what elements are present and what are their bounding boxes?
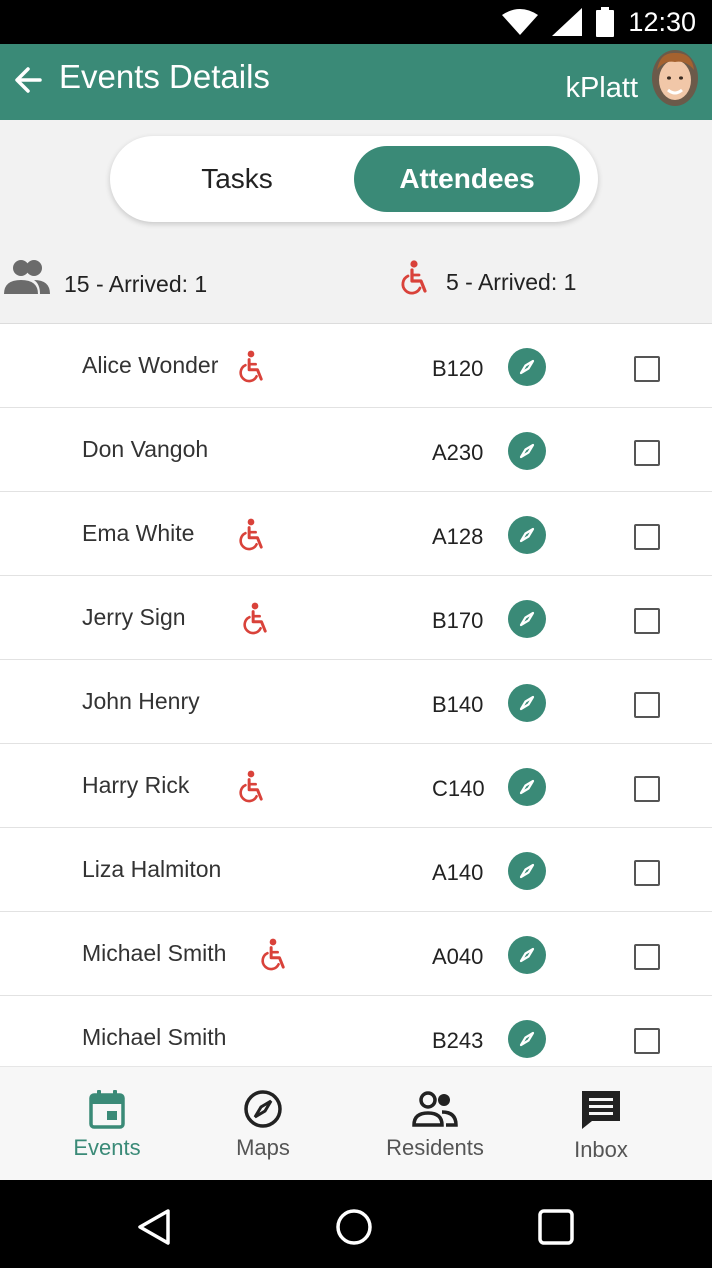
attendee-name: John Henry <box>82 688 200 714</box>
attendee-row[interactable]: Michael Smith A040 <box>0 912 712 996</box>
status-time: 12:30 <box>628 6 696 37</box>
attendee-name: Harry Rick <box>82 772 190 798</box>
arrived-checkbox[interactable] <box>634 440 660 466</box>
people-icon <box>412 1091 458 1127</box>
room-number: B170 <box>432 608 484 633</box>
bottom-navigation: Events Maps Residents Inbox <box>0 1066 712 1180</box>
room-number: A128 <box>432 524 484 549</box>
room-number: A230 <box>432 440 484 465</box>
user-name[interactable]: kPlatt <box>565 72 638 105</box>
wifi-icon <box>502 9 539 35</box>
nav-inbox[interactable]: Inbox <box>546 1067 656 1181</box>
segment-control: Tasks Attendees <box>110 136 598 222</box>
attendee-row[interactable]: Harry Rick C140 <box>0 744 712 828</box>
attendee-row[interactable]: Jerry Sign B170 <box>0 576 712 660</box>
arrived-checkbox[interactable] <box>634 608 660 634</box>
compass-icon <box>244 1090 282 1128</box>
navigate-compass-icon[interactable] <box>508 1020 546 1058</box>
arrived-checkbox[interactable] <box>634 524 660 550</box>
message-icon <box>582 1091 620 1129</box>
cellular-signal-icon <box>552 8 583 36</box>
navigate-compass-icon[interactable] <box>508 516 546 554</box>
calendar-icon <box>89 1090 125 1129</box>
arrived-checkbox[interactable] <box>634 776 660 802</box>
nav-events[interactable]: Events <box>52 1067 162 1181</box>
page-title: Events Details <box>59 58 270 95</box>
status-bar: 12:30 <box>0 0 712 44</box>
avatar[interactable] <box>652 50 698 106</box>
group-icon <box>4 260 50 294</box>
arrived-checkbox[interactable] <box>634 356 660 382</box>
status-icons: 12:30 <box>502 0 696 44</box>
arrived-checkbox[interactable] <box>634 1028 660 1054</box>
app-root: 12:30 Events Details kPlatt Tasks Attend… <box>0 0 712 1268</box>
attendee-row[interactable]: Liza Halmiton A140 <box>0 828 712 912</box>
back-arrow-icon[interactable] <box>10 62 46 98</box>
room-number: B243 <box>432 1028 484 1053</box>
back-triangle-icon[interactable] <box>136 1208 172 1246</box>
attendee-name: Michael Smith <box>82 940 227 966</box>
arrived-checkbox[interactable] <box>634 860 660 886</box>
system-navigation-bar <box>0 1180 712 1268</box>
home-circle-icon[interactable] <box>335 1208 373 1246</box>
wheelchair-icon <box>239 518 263 551</box>
attendee-row[interactable]: Michael Smith B243 <box>0 996 712 1066</box>
navigate-compass-icon[interactable] <box>508 348 546 386</box>
wheelchair-icon <box>239 770 263 803</box>
attendee-name: Jerry Sign <box>82 604 186 630</box>
attendee-list: Alice Wonder B120 Don Vangoh A230 Ema White A… <box>0 324 712 1066</box>
attendee-counts: 15 - Arrived: 1 5 - Arrived: 1 <box>0 240 712 324</box>
nav-residents-label: Residents <box>386 1135 484 1160</box>
navigate-compass-icon[interactable] <box>508 684 546 722</box>
total-count: 15 - Arrived: 1 <box>64 271 208 297</box>
room-number: B120 <box>432 356 484 381</box>
wheelchair-icon <box>243 602 267 635</box>
recents-square-icon[interactable] <box>538 1209 574 1245</box>
attendee-name: Alice Wonder <box>82 352 219 378</box>
tab-tasks[interactable]: Tasks <box>122 146 352 212</box>
wheelchair-icon <box>261 938 285 971</box>
battery-icon <box>596 7 615 37</box>
navigate-compass-icon[interactable] <box>508 600 546 638</box>
room-number: A040 <box>432 944 484 969</box>
attendee-name: Don Vangoh <box>82 436 209 462</box>
nav-events-label: Events <box>73 1135 141 1160</box>
nav-maps[interactable]: Maps <box>208 1067 318 1181</box>
navigate-compass-icon[interactable] <box>508 936 546 974</box>
wheelchair-icon <box>401 260 427 295</box>
attendee-name: Liza Halmiton <box>82 856 222 882</box>
app-bar: Events Details kPlatt <box>0 44 712 120</box>
wheelchair-icon <box>239 350 263 383</box>
tab-attendees[interactable]: Attendees <box>354 146 580 212</box>
navigate-compass-icon[interactable] <box>508 768 546 806</box>
room-number: B140 <box>432 692 484 717</box>
attendee-row[interactable]: John Henry B140 <box>0 660 712 744</box>
nav-maps-label: Maps <box>236 1135 290 1160</box>
room-number: C140 <box>432 776 485 801</box>
attendee-row[interactable]: Ema White A128 <box>0 492 712 576</box>
room-number: A140 <box>432 860 484 885</box>
arrived-checkbox[interactable] <box>634 944 660 970</box>
arrived-checkbox[interactable] <box>634 692 660 718</box>
nav-inbox-label: Inbox <box>574 1137 628 1162</box>
navigate-compass-icon[interactable] <box>508 852 546 890</box>
attendee-name: Ema White <box>82 520 195 546</box>
attendee-row[interactable]: Alice Wonder B120 <box>0 324 712 408</box>
attendee-row[interactable]: Don Vangoh A230 <box>0 408 712 492</box>
nav-residents[interactable]: Residents <box>372 1067 498 1181</box>
navigate-compass-icon[interactable] <box>508 432 546 470</box>
attendee-name: Michael Smith <box>82 1024 227 1050</box>
wheelchair-count: 5 - Arrived: 1 <box>446 269 577 295</box>
